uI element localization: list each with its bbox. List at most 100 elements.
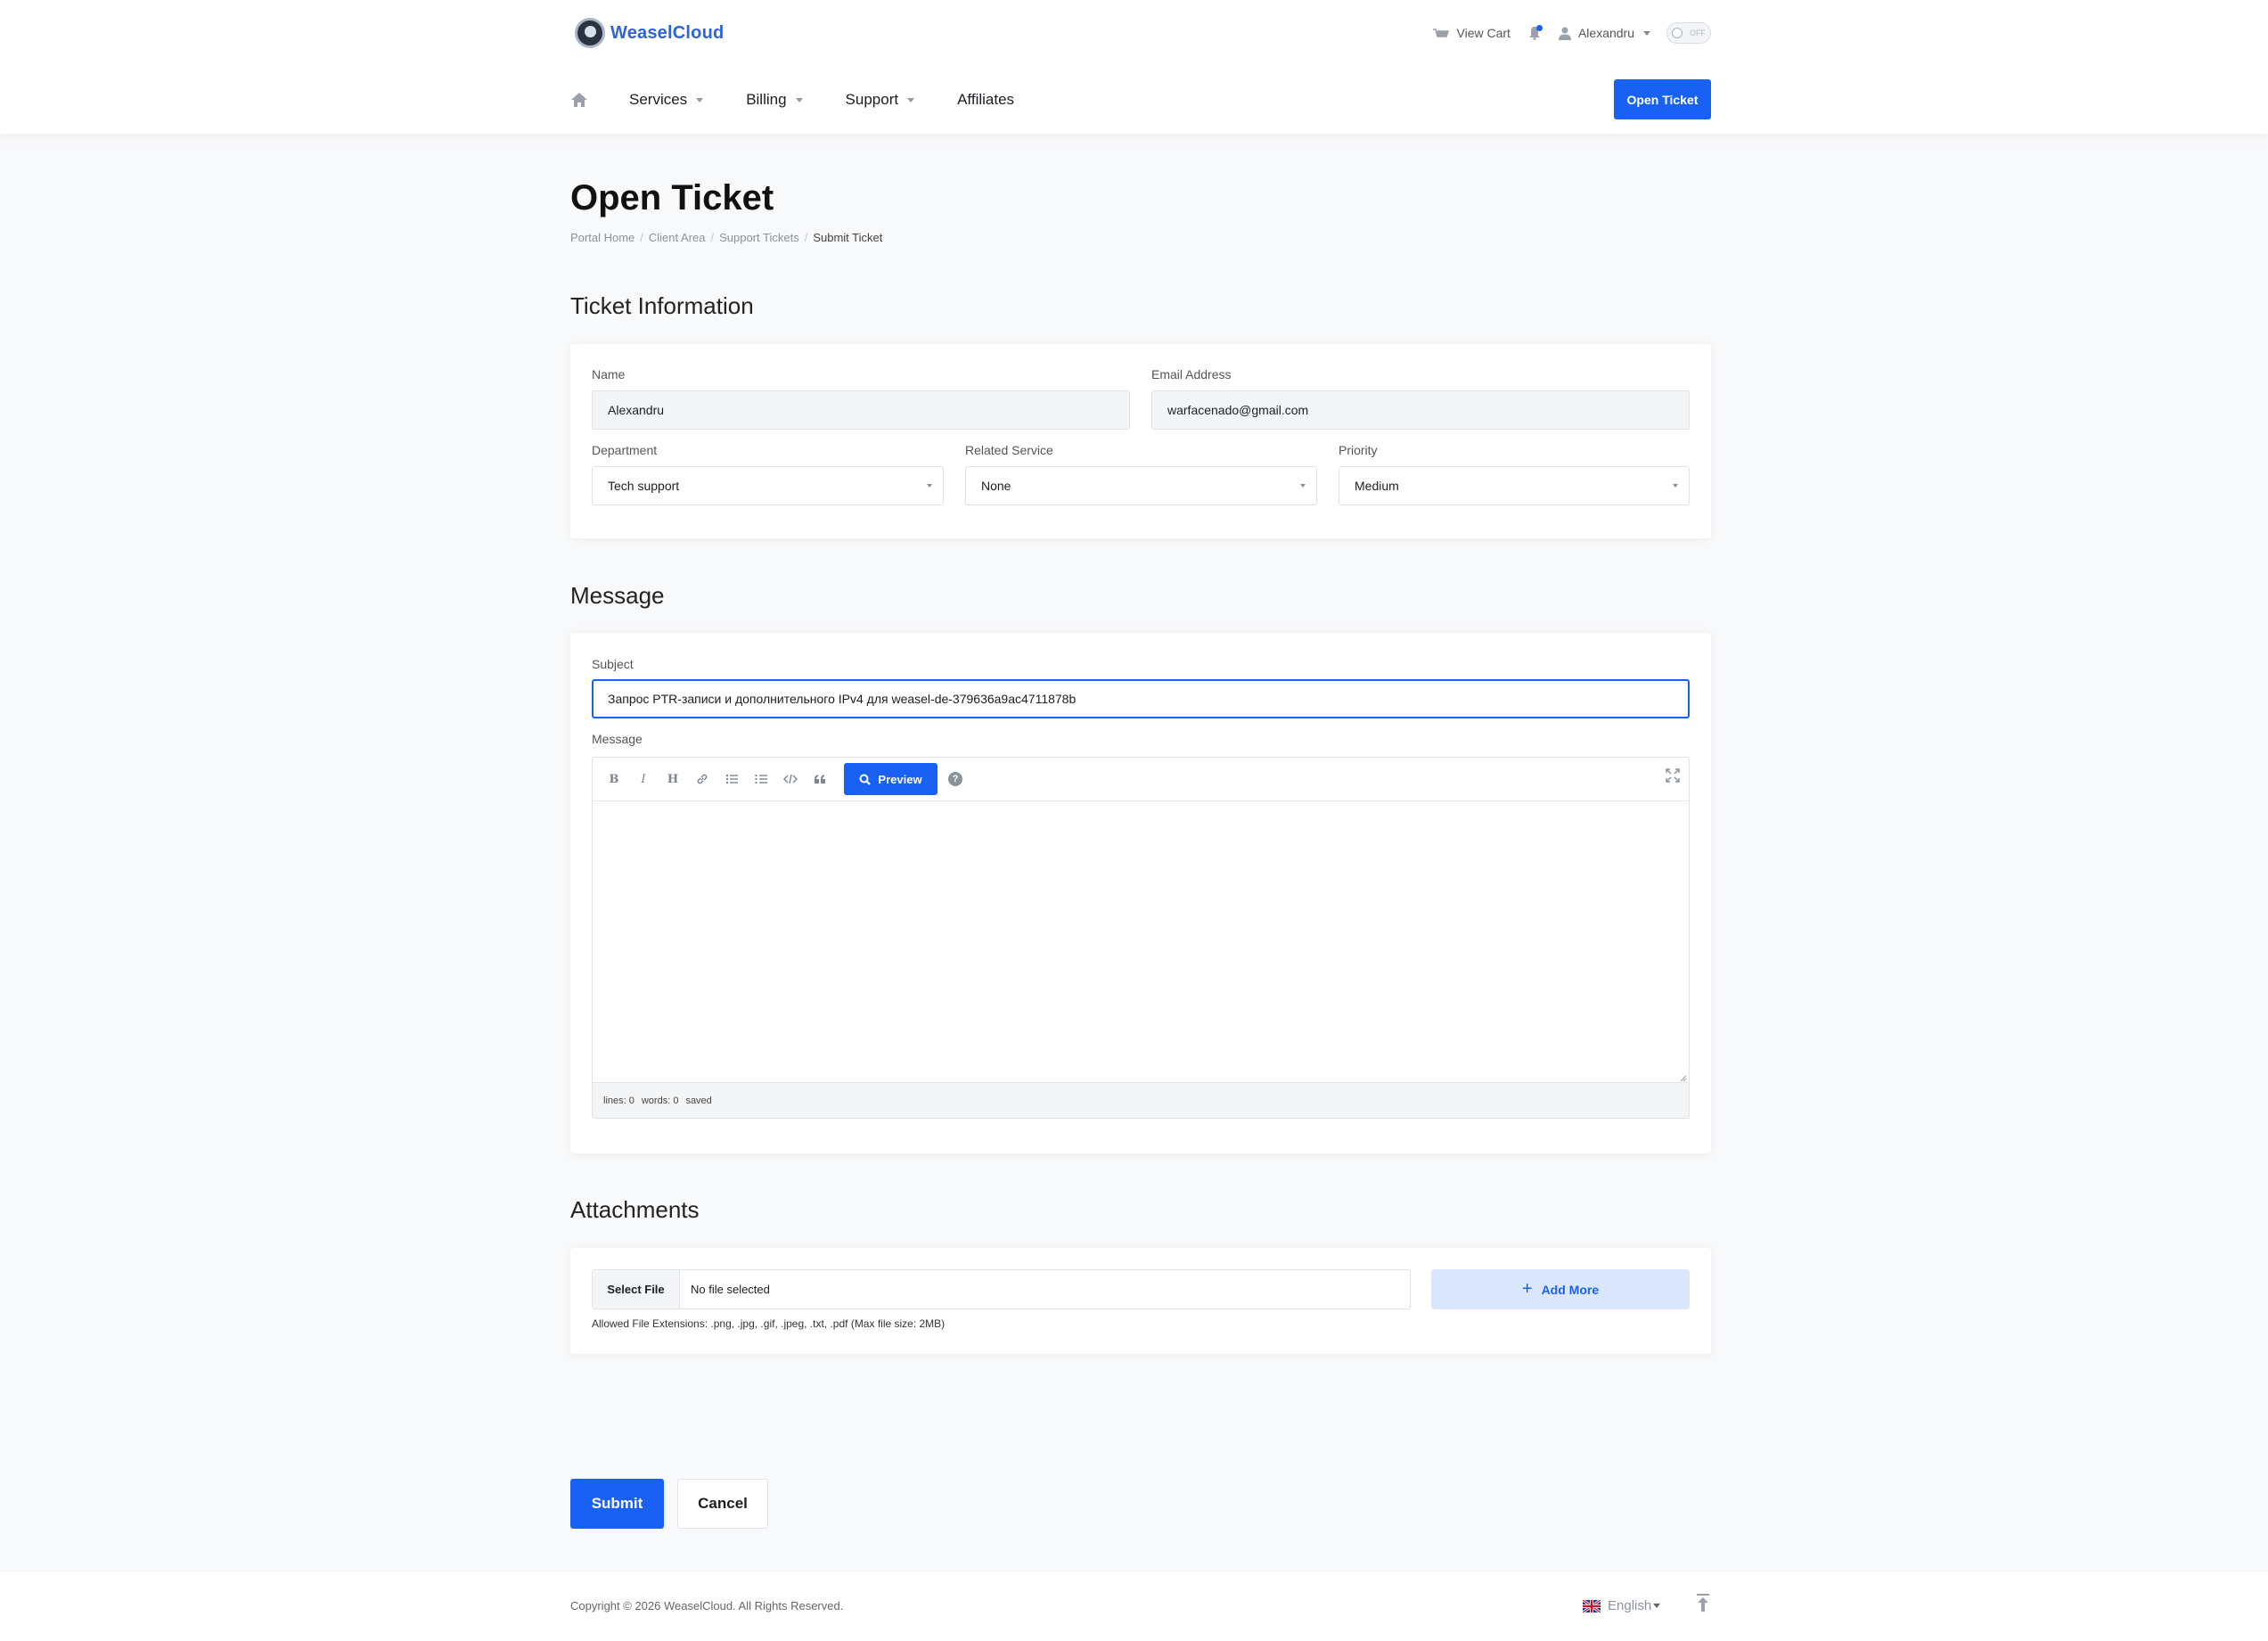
quote-icon[interactable] bbox=[811, 770, 829, 788]
department-select[interactable]: Tech support bbox=[592, 466, 944, 505]
priority-label: Priority bbox=[1339, 443, 1378, 457]
breadcrumb-client-area[interactable]: Client Area bbox=[649, 231, 706, 244]
resize-handle-icon[interactable] bbox=[1680, 1075, 1687, 1082]
email-field[interactable]: warfacenado@gmail.com bbox=[1151, 390, 1690, 430]
message-heading: Message bbox=[570, 582, 665, 609]
theme-toggle[interactable]: OFF bbox=[1666, 22, 1711, 44]
subject-input[interactable]: Запрос PTR-записи и дополнительного IPv4… bbox=[592, 679, 1690, 718]
search-icon bbox=[859, 774, 872, 785]
ticket-information-heading: Ticket Information bbox=[570, 292, 754, 319]
preview-button[interactable]: Preview bbox=[844, 763, 937, 795]
word-count: words: 0 bbox=[641, 1095, 679, 1106]
priority-value: Medium bbox=[1355, 479, 1399, 493]
markdown-editor: B I H Preview ? lines: 0 words: 0 saved bbox=[592, 757, 1690, 1119]
submit-button[interactable]: Submit bbox=[570, 1479, 664, 1529]
breadcrumb: Portal Home / Client Area / Support Tick… bbox=[570, 231, 882, 244]
name-field[interactable]: Alexandru bbox=[592, 390, 1130, 430]
bold-button[interactable]: B bbox=[605, 770, 623, 788]
select-file-button[interactable]: Select File bbox=[593, 1270, 680, 1309]
nav-services-label: Services bbox=[629, 91, 688, 108]
breadcrumb-separator: / bbox=[640, 231, 643, 244]
priority-select[interactable]: Medium bbox=[1339, 466, 1690, 505]
add-more-label: Add More bbox=[1541, 1282, 1600, 1297]
chevron-down-icon bbox=[1643, 30, 1650, 36]
nav-affiliates[interactable]: Affiliates bbox=[957, 91, 1014, 109]
nav-support[interactable]: Support bbox=[846, 91, 915, 109]
add-more-button[interactable]: + Add More bbox=[1431, 1269, 1690, 1309]
unordered-list-icon[interactable] bbox=[723, 770, 741, 788]
home-icon[interactable] bbox=[570, 91, 590, 109]
user-name: Alexandru bbox=[1577, 26, 1634, 40]
site-header: WeaselCloud View Cart Alexandru OFF Serv… bbox=[0, 0, 2268, 134]
ticket-information-card: Name Alexandru Email Address warfacenado… bbox=[570, 344, 1711, 538]
notification-dot bbox=[1535, 25, 1543, 31]
view-cart-link[interactable]: View Cart bbox=[1432, 26, 1511, 40]
name-value: Alexandru bbox=[608, 403, 665, 417]
nav-affiliates-label: Affiliates bbox=[957, 91, 1015, 108]
breadcrumb-portal-home[interactable]: Portal Home bbox=[570, 231, 635, 244]
message-textarea[interactable] bbox=[593, 801, 1689, 1084]
editor-statusbar: lines: 0 words: 0 saved bbox=[593, 1082, 1689, 1118]
top-bar: View Cart Alexandru OFF bbox=[1414, 20, 1711, 46]
related-service-select[interactable]: None bbox=[965, 466, 1317, 505]
uk-flag-icon bbox=[1583, 1599, 1601, 1612]
notifications-button[interactable] bbox=[1528, 25, 1543, 40]
main-nav: Services Billing Support Affiliates bbox=[570, 85, 1057, 115]
link-icon[interactable] bbox=[693, 770, 711, 788]
breadcrumb-separator: / bbox=[710, 231, 715, 244]
related-service-label: Related Service bbox=[965, 443, 1053, 457]
preview-label: Preview bbox=[878, 772, 922, 786]
nav-services[interactable]: Services bbox=[629, 91, 704, 109]
chevron-down-icon bbox=[907, 97, 915, 103]
open-ticket-button[interactable]: Open Ticket bbox=[1614, 79, 1711, 119]
help-icon[interactable]: ? bbox=[948, 772, 962, 786]
ordered-list-icon[interactable] bbox=[752, 770, 770, 788]
message-card: Subject Запрос PTR-записи и дополнительн… bbox=[570, 633, 1711, 1153]
user-menu[interactable]: Alexandru bbox=[1558, 26, 1650, 40]
heading-button[interactable]: H bbox=[664, 770, 682, 788]
file-status: No file selected bbox=[691, 1283, 770, 1296]
editor-toolbar: B I H Preview ? bbox=[593, 758, 1689, 801]
chevron-down-icon bbox=[795, 97, 803, 103]
language-selector[interactable]: English bbox=[1583, 1598, 1661, 1613]
attachments-heading: Attachments bbox=[570, 1196, 700, 1223]
chevron-down-icon bbox=[1300, 484, 1306, 488]
message-label: Message bbox=[592, 732, 643, 746]
breadcrumb-current: Submit Ticket bbox=[813, 231, 883, 244]
subject-label: Subject bbox=[592, 657, 634, 671]
chevron-down-icon bbox=[1673, 484, 1678, 488]
breadcrumb-separator: / bbox=[804, 231, 808, 244]
plus-icon: + bbox=[1521, 1279, 1533, 1299]
cart-icon bbox=[1432, 27, 1450, 39]
sun-icon bbox=[1672, 28, 1683, 38]
chevron-down-icon bbox=[927, 484, 932, 488]
subject-value: Запрос PTR-записи и дополнительного IPv4… bbox=[608, 692, 1077, 706]
line-count: lines: 0 bbox=[603, 1095, 635, 1106]
nav-support-label: Support bbox=[845, 91, 899, 108]
chevron-down-icon bbox=[696, 97, 704, 103]
site-footer: Copyright © 2026 WeaselCloud. All Rights… bbox=[0, 1571, 2268, 1641]
email-label: Email Address bbox=[1151, 367, 1232, 382]
file-input[interactable]: Select File No file selected bbox=[592, 1269, 1411, 1309]
view-cart-label: View Cart bbox=[1456, 26, 1511, 40]
allowed-extensions-text: Allowed File Extensions: .png, .jpg, .gi… bbox=[592, 1317, 946, 1330]
fullscreen-icon[interactable] bbox=[1666, 768, 1680, 783]
department-value: Tech support bbox=[608, 479, 680, 493]
user-icon bbox=[1558, 27, 1571, 40]
brand-logo[interactable]: WeaselCloud bbox=[575, 18, 724, 48]
italic-button[interactable]: I bbox=[635, 770, 652, 788]
nav-billing[interactable]: Billing bbox=[746, 91, 803, 109]
language-label: English bbox=[1608, 1598, 1652, 1613]
nav-billing-label: Billing bbox=[746, 91, 787, 108]
save-status: saved bbox=[685, 1095, 712, 1106]
email-value: warfacenado@gmail.com bbox=[1167, 403, 1309, 417]
cancel-button[interactable]: Cancel bbox=[677, 1479, 768, 1529]
back-to-top-icon[interactable] bbox=[1695, 1593, 1711, 1612]
code-icon[interactable] bbox=[782, 770, 799, 788]
chevron-down-icon bbox=[1653, 1604, 1661, 1608]
name-label: Name bbox=[592, 367, 626, 382]
page-title: Open Ticket bbox=[570, 178, 774, 217]
department-label: Department bbox=[592, 443, 658, 457]
toggle-state-label: OFF bbox=[1690, 29, 1706, 37]
breadcrumb-support-tickets[interactable]: Support Tickets bbox=[719, 231, 799, 244]
